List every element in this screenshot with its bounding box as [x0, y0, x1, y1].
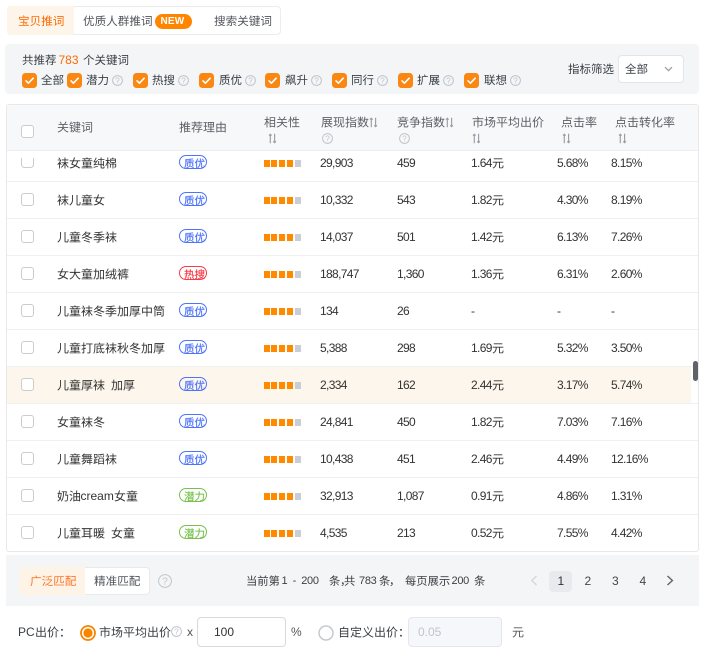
svg-text:?: ? [174, 628, 179, 637]
svg-text:?: ? [447, 76, 452, 85]
svg-text:?: ? [162, 576, 168, 587]
svg-text:?: ? [248, 76, 253, 85]
svg-text:?: ? [314, 76, 319, 85]
svg-text:?: ? [115, 76, 120, 85]
svg-text:?: ? [182, 76, 187, 85]
svg-text:?: ? [513, 76, 518, 85]
svg-text:?: ? [325, 134, 330, 143]
svg-text:?: ? [380, 76, 385, 85]
svg-text:?: ? [402, 134, 407, 143]
